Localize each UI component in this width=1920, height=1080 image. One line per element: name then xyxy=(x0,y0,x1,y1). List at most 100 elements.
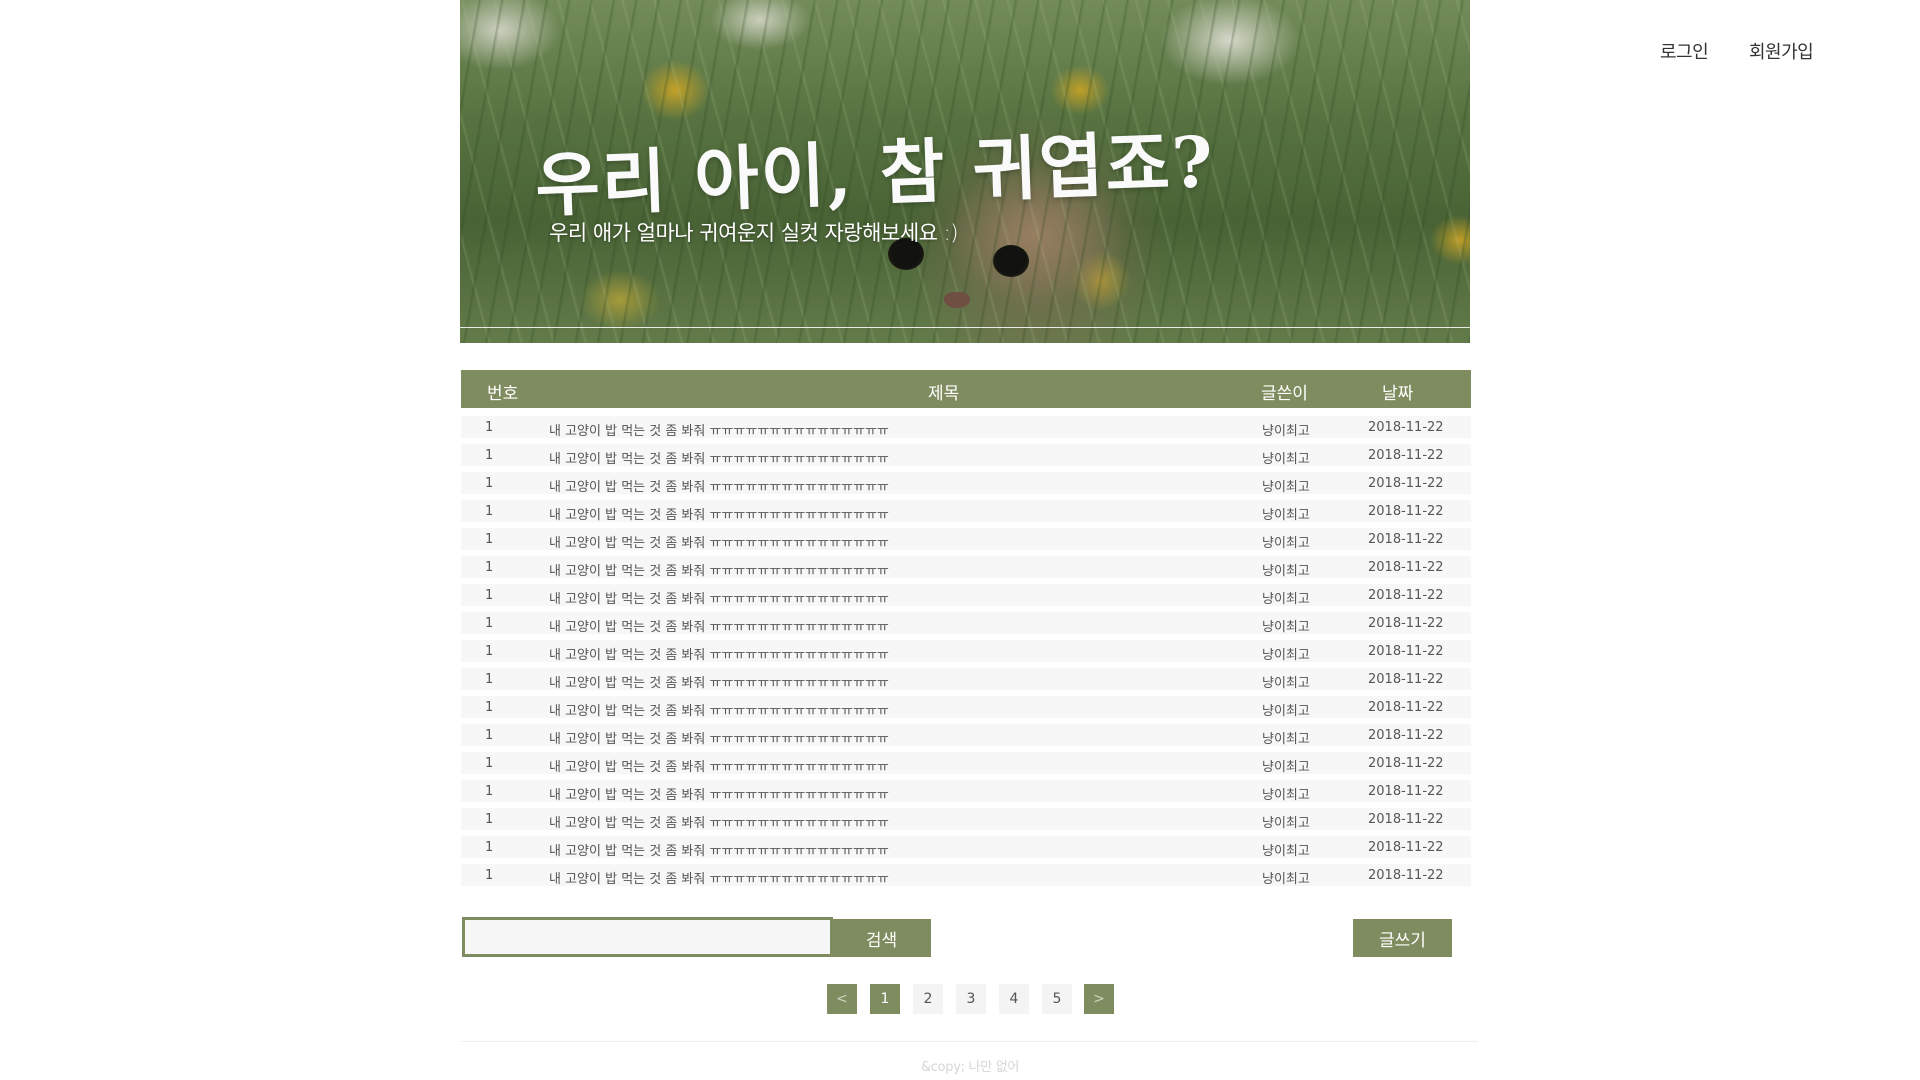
row-title[interactable]: 내 고양이 밥 먹는 것 좀 봐줘 ㅠㅠㅠㅠㅠㅠㅠㅠㅠㅠㅠㅠㅠㅠㅠ xyxy=(549,868,889,887)
row-number: 1 xyxy=(485,644,494,659)
row-author: 냥이최고 xyxy=(1262,704,1310,719)
row-title[interactable]: 내 고양이 밥 먹는 것 좀 봐줘 ㅠㅠㅠㅠㅠㅠㅠㅠㅠㅠㅠㅠㅠㅠㅠ xyxy=(549,532,889,551)
write-post-button[interactable]: 글쓰기 xyxy=(1353,919,1452,957)
table-row[interactable]: 1 내 고양이 밥 먹는 것 좀 봐줘 ㅠㅠㅠㅠㅠㅠㅠㅠㅠㅠㅠㅠㅠㅠㅠ 냥이최고 20… xyxy=(461,640,1471,663)
row-author: 냥이최고 xyxy=(1262,648,1310,663)
page-prev-button[interactable]: < xyxy=(827,984,857,1014)
page-link-1[interactable]: 1 xyxy=(870,984,900,1014)
row-number: 1 xyxy=(485,420,494,435)
column-header-author: 글쓴이 xyxy=(1261,384,1308,404)
row-author: 냥이최고 xyxy=(1262,844,1310,859)
row-author: 냥이최고 xyxy=(1262,676,1310,691)
search-button[interactable]: 검색 xyxy=(832,919,931,957)
row-title[interactable]: 내 고양이 밥 먹는 것 좀 봐줘 ㅠㅠㅠㅠㅠㅠㅠㅠㅠㅠㅠㅠㅠㅠㅠ xyxy=(549,448,889,467)
column-header-number: 번호 xyxy=(487,384,519,404)
table-row[interactable]: 1 내 고양이 밥 먹는 것 좀 봐줘 ㅠㅠㅠㅠㅠㅠㅠㅠㅠㅠㅠㅠㅠㅠㅠ 냥이최고 20… xyxy=(461,444,1471,467)
row-author: 냥이최고 xyxy=(1262,732,1310,747)
row-date: 2018-11-22 xyxy=(1368,728,1444,743)
row-date: 2018-11-22 xyxy=(1368,672,1444,687)
table-row[interactable]: 1 내 고양이 밥 먹는 것 좀 봐줘 ㅠㅠㅠㅠㅠㅠㅠㅠㅠㅠㅠㅠㅠㅠㅠ 냥이최고 20… xyxy=(461,808,1471,831)
row-author: 냥이최고 xyxy=(1262,592,1310,607)
page-link-2[interactable]: 2 xyxy=(913,984,943,1014)
row-number: 1 xyxy=(485,868,494,883)
row-date: 2018-11-22 xyxy=(1368,560,1444,575)
row-author: 냥이최고 xyxy=(1262,760,1310,775)
table-row[interactable]: 1 내 고양이 밥 먹는 것 좀 봐줘 ㅠㅠㅠㅠㅠㅠㅠㅠㅠㅠㅠㅠㅠㅠㅠ 냥이최고 20… xyxy=(461,584,1471,607)
row-number: 1 xyxy=(485,476,494,491)
column-header-title: 제목 xyxy=(928,384,960,404)
row-author: 냥이최고 xyxy=(1262,564,1310,579)
row-number: 1 xyxy=(485,784,494,799)
table-row[interactable]: 1 내 고양이 밥 먹는 것 좀 봐줘 ㅠㅠㅠㅠㅠㅠㅠㅠㅠㅠㅠㅠㅠㅠㅠ 냥이최고 20… xyxy=(461,780,1471,803)
row-date: 2018-11-22 xyxy=(1368,504,1444,519)
hero-banner: 우리 아이, 참 귀엽죠? 우리 애가 얼마나 귀여운지 실컷 자랑해보세요 :… xyxy=(460,0,1470,343)
row-author: 냥이최고 xyxy=(1262,872,1310,887)
row-date: 2018-11-22 xyxy=(1368,616,1444,631)
page-next-button[interactable]: > xyxy=(1084,984,1114,1014)
page-link-3[interactable]: 3 xyxy=(956,984,986,1014)
table-row[interactable]: 1 내 고양이 밥 먹는 것 좀 봐줘 ㅠㅠㅠㅠㅠㅠㅠㅠㅠㅠㅠㅠㅠㅠㅠ 냥이최고 20… xyxy=(461,864,1471,887)
row-date: 2018-11-22 xyxy=(1368,868,1444,883)
row-date: 2018-11-22 xyxy=(1368,812,1444,827)
table-row[interactable]: 1 내 고양이 밥 먹는 것 좀 봐줘 ㅠㅠㅠㅠㅠㅠㅠㅠㅠㅠㅠㅠㅠㅠㅠ 냥이최고 20… xyxy=(461,836,1471,859)
row-author: 냥이최고 xyxy=(1262,452,1310,467)
row-number: 1 xyxy=(485,672,494,687)
row-title[interactable]: 내 고양이 밥 먹는 것 좀 봐줘 ㅠㅠㅠㅠㅠㅠㅠㅠㅠㅠㅠㅠㅠㅠㅠ xyxy=(549,476,889,495)
row-number: 1 xyxy=(485,616,494,631)
board-rows: 1 내 고양이 밥 먹는 것 좀 봐줘 ㅠㅠㅠㅠㅠㅠㅠㅠㅠㅠㅠㅠㅠㅠㅠ 냥이최고 20… xyxy=(461,416,1471,892)
row-title[interactable]: 내 고양이 밥 먹는 것 좀 봐줘 ㅠㅠㅠㅠㅠㅠㅠㅠㅠㅠㅠㅠㅠㅠㅠ xyxy=(549,588,889,607)
row-date: 2018-11-22 xyxy=(1368,532,1444,547)
row-title[interactable]: 내 고양이 밥 먹는 것 좀 봐줘 ㅠㅠㅠㅠㅠㅠㅠㅠㅠㅠㅠㅠㅠㅠㅠ xyxy=(549,700,889,719)
row-author: 냥이최고 xyxy=(1262,788,1310,803)
row-date: 2018-11-22 xyxy=(1368,448,1444,463)
table-row[interactable]: 1 내 고양이 밥 먹는 것 좀 봐줘 ㅠㅠㅠㅠㅠㅠㅠㅠㅠㅠㅠㅠㅠㅠㅠ 냥이최고 20… xyxy=(461,752,1471,775)
row-title[interactable]: 내 고양이 밥 먹는 것 좀 봐줘 ㅠㅠㅠㅠㅠㅠㅠㅠㅠㅠㅠㅠㅠㅠㅠ xyxy=(549,784,889,803)
row-title[interactable]: 내 고양이 밥 먹는 것 좀 봐줘 ㅠㅠㅠㅠㅠㅠㅠㅠㅠㅠㅠㅠㅠㅠㅠ xyxy=(549,840,889,859)
table-row[interactable]: 1 내 고양이 밥 먹는 것 좀 봐줘 ㅠㅠㅠㅠㅠㅠㅠㅠㅠㅠㅠㅠㅠㅠㅠ 냥이최고 20… xyxy=(461,500,1471,523)
row-date: 2018-11-22 xyxy=(1368,644,1444,659)
row-number: 1 xyxy=(485,560,494,575)
row-title[interactable]: 내 고양이 밥 먹는 것 좀 봐줘 ㅠㅠㅠㅠㅠㅠㅠㅠㅠㅠㅠㅠㅠㅠㅠ xyxy=(549,644,889,663)
row-title[interactable]: 내 고양이 밥 먹는 것 좀 봐줘 ㅠㅠㅠㅠㅠㅠㅠㅠㅠㅠㅠㅠㅠㅠㅠ xyxy=(549,504,889,523)
row-title[interactable]: 내 고양이 밥 먹는 것 좀 봐줘 ㅠㅠㅠㅠㅠㅠㅠㅠㅠㅠㅠㅠㅠㅠㅠ xyxy=(549,672,889,691)
row-number: 1 xyxy=(485,504,494,519)
row-date: 2018-11-22 xyxy=(1368,756,1444,771)
row-date: 2018-11-22 xyxy=(1368,700,1444,715)
row-number: 1 xyxy=(485,588,494,603)
table-row[interactable]: 1 내 고양이 밥 먹는 것 좀 봐줘 ㅠㅠㅠㅠㅠㅠㅠㅠㅠㅠㅠㅠㅠㅠㅠ 냥이최고 20… xyxy=(461,556,1471,579)
page-link-4[interactable]: 4 xyxy=(999,984,1029,1014)
row-title[interactable]: 내 고양이 밥 먹는 것 좀 봐줘 ㅠㅠㅠㅠㅠㅠㅠㅠㅠㅠㅠㅠㅠㅠㅠ xyxy=(549,728,889,747)
row-author: 냥이최고 xyxy=(1262,816,1310,831)
row-number: 1 xyxy=(485,532,494,547)
row-title[interactable]: 내 고양이 밥 먹는 것 좀 봐줘 ㅠㅠㅠㅠㅠㅠㅠㅠㅠㅠㅠㅠㅠㅠㅠ xyxy=(549,420,889,439)
row-number: 1 xyxy=(485,812,494,827)
row-number: 1 xyxy=(485,756,494,771)
footer-copyright: &copy; 나만 없어 xyxy=(920,1060,1020,1075)
row-date: 2018-11-22 xyxy=(1368,588,1444,603)
table-row[interactable]: 1 내 고양이 밥 먹는 것 좀 봐줘 ㅠㅠㅠㅠㅠㅠㅠㅠㅠㅠㅠㅠㅠㅠㅠ 냥이최고 20… xyxy=(461,416,1471,439)
table-row[interactable]: 1 내 고양이 밥 먹는 것 좀 봐줘 ㅠㅠㅠㅠㅠㅠㅠㅠㅠㅠㅠㅠㅠㅠㅠ 냥이최고 20… xyxy=(461,472,1471,495)
table-row[interactable]: 1 내 고양이 밥 먹는 것 좀 봐줘 ㅠㅠㅠㅠㅠㅠㅠㅠㅠㅠㅠㅠㅠㅠㅠ 냥이최고 20… xyxy=(461,668,1471,691)
row-author: 냥이최고 xyxy=(1262,508,1310,523)
row-date: 2018-11-22 xyxy=(1368,840,1444,855)
row-number: 1 xyxy=(485,840,494,855)
login-link[interactable]: 로그인 xyxy=(1660,38,1709,64)
row-title[interactable]: 내 고양이 밥 먹는 것 좀 봐줘 ㅠㅠㅠㅠㅠㅠㅠㅠㅠㅠㅠㅠㅠㅠㅠ xyxy=(549,560,889,579)
banner-divider xyxy=(460,327,1470,328)
row-title[interactable]: 내 고양이 밥 먹는 것 좀 봐줘 ㅠㅠㅠㅠㅠㅠㅠㅠㅠㅠㅠㅠㅠㅠㅠ xyxy=(549,616,889,635)
row-title[interactable]: 내 고양이 밥 먹는 것 좀 봐줘 ㅠㅠㅠㅠㅠㅠㅠㅠㅠㅠㅠㅠㅠㅠㅠ xyxy=(549,812,889,831)
row-author: 냥이최고 xyxy=(1262,424,1310,439)
banner-subtitle: 우리 애가 얼마나 귀여운지 실컷 자랑해보세요 :) xyxy=(549,221,958,245)
row-author: 냥이최고 xyxy=(1262,620,1310,635)
page-link-5[interactable]: 5 xyxy=(1042,984,1072,1014)
row-author: 냥이최고 xyxy=(1262,480,1310,495)
row-date: 2018-11-22 xyxy=(1368,420,1444,435)
table-row[interactable]: 1 내 고양이 밥 먹는 것 좀 봐줘 ㅠㅠㅠㅠㅠㅠㅠㅠㅠㅠㅠㅠㅠㅠㅠ 냥이최고 20… xyxy=(461,724,1471,747)
row-number: 1 xyxy=(485,700,494,715)
table-row[interactable]: 1 내 고양이 밥 먹는 것 좀 봐줘 ㅠㅠㅠㅠㅠㅠㅠㅠㅠㅠㅠㅠㅠㅠㅠ 냥이최고 20… xyxy=(461,612,1471,635)
table-row[interactable]: 1 내 고양이 밥 먹는 것 좀 봐줘 ㅠㅠㅠㅠㅠㅠㅠㅠㅠㅠㅠㅠㅠㅠㅠ 냥이최고 20… xyxy=(461,696,1471,719)
signup-link[interactable]: 회원가입 xyxy=(1749,38,1814,64)
table-row[interactable]: 1 내 고양이 밥 먹는 것 좀 봐줘 ㅠㅠㅠㅠㅠㅠㅠㅠㅠㅠㅠㅠㅠㅠㅠ 냥이최고 20… xyxy=(461,528,1471,551)
row-title[interactable]: 내 고양이 밥 먹는 것 좀 봐줘 ㅠㅠㅠㅠㅠㅠㅠㅠㅠㅠㅠㅠㅠㅠㅠ xyxy=(549,756,889,775)
search-input[interactable] xyxy=(462,917,833,957)
